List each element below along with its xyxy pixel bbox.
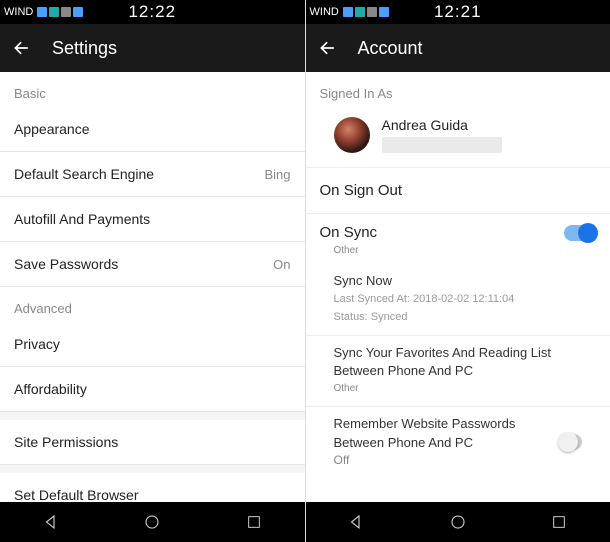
- item-value: Bing: [264, 167, 290, 182]
- arrow-left-icon: [12, 38, 32, 58]
- sync-toggle[interactable]: [564, 225, 596, 241]
- square-icon: [551, 514, 567, 530]
- status-icon: [73, 7, 83, 17]
- status-icon: [355, 7, 365, 17]
- square-icon: [246, 514, 262, 530]
- item-label: Autofill And Payments: [14, 211, 150, 227]
- nav-back[interactable]: [346, 512, 366, 532]
- page-title: Account: [358, 38, 423, 59]
- favorites-label: Sync Your Favorites And Reading List Bet…: [334, 344, 583, 380]
- triangle-left-icon: [42, 513, 60, 531]
- favorites-sub: Other: [334, 382, 583, 396]
- item-affordability[interactable]: Affordability: [0, 367, 305, 412]
- item-label: Set Default Browser: [14, 487, 139, 502]
- clock: 12:22: [128, 2, 176, 22]
- back-button[interactable]: [12, 38, 32, 58]
- status-icon: [379, 7, 389, 17]
- signed-in-label: Signed In As: [306, 72, 610, 107]
- item-site-permissions[interactable]: Site Permissions: [0, 420, 305, 465]
- item-sync-now[interactable]: Sync Now Last Synced At: 2018-02-02 12:1…: [306, 264, 610, 336]
- app-header: Account: [306, 24, 610, 72]
- nav-recent[interactable]: [549, 512, 569, 532]
- circle-icon: [143, 513, 161, 531]
- profile-row[interactable]: Andrea Guida: [306, 107, 610, 167]
- profile-email-placeholder: [382, 137, 502, 153]
- item-sync[interactable]: On Sync: [306, 214, 610, 245]
- item-label: Sync: [344, 224, 377, 241]
- status-icon: [61, 7, 71, 17]
- settings-list: Basic Appearance Default Search Engine B…: [0, 72, 305, 502]
- item-value: On: [320, 224, 340, 241]
- item-label: Appearance: [14, 121, 90, 137]
- nav-bar: [0, 502, 305, 542]
- item-save-passwords[interactable]: Save Passwords On: [0, 242, 305, 287]
- profile-name: Andrea Guida: [382, 117, 502, 133]
- item-value: On: [273, 257, 290, 272]
- item-label: Site Permissions: [14, 434, 118, 450]
- status-icon: [367, 7, 377, 17]
- passwords-label: Remember Website Passwords Between Phone…: [334, 415, 560, 451]
- triangle-left-icon: [347, 513, 365, 531]
- page-title: Settings: [52, 38, 117, 59]
- item-label: Affordability: [14, 381, 87, 397]
- section-advanced: Advanced: [0, 287, 305, 322]
- item-appearance[interactable]: Appearance: [0, 107, 305, 152]
- item-label: Privacy: [14, 336, 60, 352]
- avatar: [334, 117, 370, 153]
- back-button[interactable]: [318, 38, 338, 58]
- status-icon: [37, 7, 47, 17]
- nav-home[interactable]: [448, 512, 468, 532]
- item-value: On: [320, 182, 340, 199]
- account-content: Signed In As Andrea Guida On Sign Out On…: [306, 72, 610, 502]
- clock: 12:21: [434, 2, 482, 22]
- carrier-label: WIND: [4, 6, 33, 18]
- passwords-value: Off: [334, 452, 560, 469]
- item-label: Default Search Engine: [14, 166, 154, 182]
- item-sign-out[interactable]: On Sign Out: [306, 167, 610, 214]
- item-autofill[interactable]: Autofill And Payments: [0, 197, 305, 242]
- item-privacy[interactable]: Privacy: [0, 322, 305, 367]
- item-set-default-browser[interactable]: Set Default Browser: [0, 473, 305, 502]
- item-label: Save Passwords: [14, 256, 118, 272]
- arrow-left-icon: [318, 38, 338, 58]
- nav-home[interactable]: [142, 512, 162, 532]
- sync-sub: Other: [306, 245, 610, 264]
- item-remember-passwords[interactable]: Remember Website Passwords Between Phone…: [306, 407, 610, 478]
- status-bar: WIND 12:22: [0, 0, 305, 24]
- status-icon: [49, 7, 59, 17]
- circle-icon: [449, 513, 467, 531]
- app-header: Settings: [0, 24, 305, 72]
- passwords-toggle[interactable]: [560, 434, 582, 450]
- status-bar: WIND 12:21: [306, 0, 610, 24]
- sync-status: Status: Synced: [334, 310, 583, 325]
- item-search-engine[interactable]: Default Search Engine Bing: [0, 152, 305, 197]
- item-sync-favorites[interactable]: Sync Your Favorites And Reading List Bet…: [306, 336, 610, 407]
- item-label: Sign Out: [344, 182, 402, 199]
- carrier-label: WIND: [310, 6, 339, 18]
- nav-back[interactable]: [41, 512, 61, 532]
- last-synced: Last Synced At: 2018-02-02 12:11:04: [334, 292, 583, 307]
- nav-bar: [306, 502, 610, 542]
- section-basic: Basic: [0, 72, 305, 107]
- nav-recent[interactable]: [244, 512, 264, 532]
- status-icon: [343, 7, 353, 17]
- sync-now-label: Sync Now: [334, 272, 583, 290]
